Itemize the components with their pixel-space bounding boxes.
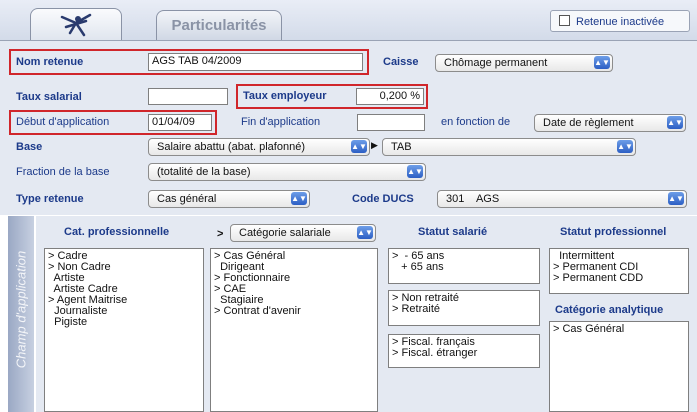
- list-item[interactable]: > Permanent CDD: [553, 273, 685, 284]
- code-ducs-label: Code DUCS: [352, 193, 414, 205]
- chevron-updown-icon: ▲▼: [667, 116, 683, 129]
- cat-sal-select-value: Catégorie salariale: [239, 227, 331, 239]
- list-item[interactable]: > Fiscal. étranger: [392, 348, 536, 359]
- caisse-select[interactable]: Chômage permanent ▲▼: [435, 54, 613, 72]
- retraite-list[interactable]: > Non retraité > Retraité: [388, 290, 540, 326]
- cat-sal-list[interactable]: > Cas Général Dirigeant > Fonctionnaire > …: [210, 248, 378, 412]
- cat-analytique-header: Catégorie analytique: [555, 304, 664, 316]
- base-value: Salaire abattu (abat. plafonné): [157, 141, 305, 153]
- chevron-updown-icon: ▲▼: [668, 192, 684, 205]
- caisse-value: Chômage permanent: [444, 57, 548, 69]
- nom-retenue-label: Nom retenue: [16, 56, 84, 68]
- taux-salarial-input[interactable]: [148, 88, 228, 105]
- type-retenue-select[interactable]: Cas général ▲▼: [148, 190, 310, 208]
- taux-employeur-input[interactable]: 0,200 %: [356, 88, 424, 105]
- cat-pro-list[interactable]: > Cadre > Non Cadre Artiste Artiste Cadre…: [44, 248, 204, 412]
- list-item[interactable]: + 65 ans: [392, 262, 536, 273]
- type-retenue-value: Cas général: [157, 193, 217, 205]
- age-list[interactable]: > - 65 ans + 65 ans: [388, 248, 540, 284]
- chevron-updown-icon: ▲▼: [351, 140, 367, 153]
- base-right-select[interactable]: TAB ▲▼: [382, 138, 636, 156]
- type-retenue-label: Type retenue: [16, 193, 84, 205]
- champ-application-label: Champ d'application: [13, 250, 29, 369]
- fin-input[interactable]: [357, 114, 425, 131]
- cat-analytique-list[interactable]: > Cas Général: [549, 321, 689, 412]
- statut-pro-list[interactable]: Intermittent > Permanent CDI > Permanent C…: [549, 248, 689, 294]
- list-item[interactable]: > Cas Général: [553, 324, 685, 335]
- cat-sal-select[interactable]: Catégorie salariale ▲▼: [230, 224, 376, 242]
- chevron-updown-icon: ▲▼: [407, 165, 423, 178]
- dancer-icon: [60, 13, 92, 37]
- fin-label: Fin d'application: [241, 116, 321, 128]
- list-item[interactable]: > Contrat d'avenir: [214, 306, 374, 317]
- fraction-label: Fraction de la base: [16, 166, 110, 178]
- list-item[interactable]: > Retraité: [392, 304, 536, 315]
- taux-employeur-label: Taux employeur: [243, 90, 327, 102]
- en-fonction-value: Date de règlement: [543, 117, 634, 129]
- statut-pro-header: Statut professionnel: [560, 226, 667, 238]
- chevron-updown-icon: ▲▼: [594, 56, 610, 69]
- chevron-updown-icon: ▲▼: [617, 140, 633, 153]
- list-item[interactable]: Pigiste: [48, 317, 200, 328]
- nom-retenue-input[interactable]: AGS TAB 04/2009: [148, 53, 363, 71]
- arrow-right-icon: ▶: [371, 140, 378, 150]
- retenue-inactivee-checkbox[interactable]: Retenue inactivée: [550, 10, 690, 32]
- debut-input[interactable]: 01/04/09: [148, 114, 212, 131]
- tab-particularites[interactable]: Particularités: [156, 10, 282, 41]
- champ-application-sidebar: Champ d'application: [8, 216, 34, 412]
- chevron-updown-icon: ▲▼: [291, 192, 307, 205]
- cat-pro-header: Cat. professionnelle: [64, 226, 170, 238]
- caisse-label: Caisse: [383, 56, 419, 68]
- base-label: Base: [16, 141, 43, 153]
- en-fonction-select[interactable]: Date de règlement ▲▼: [534, 114, 686, 132]
- base-right-value: TAB: [391, 141, 412, 153]
- en-fonction-label: en fonction de: [441, 116, 511, 128]
- debut-label: Début d'application: [16, 116, 110, 128]
- fiscal-list[interactable]: > Fiscal. français > Fiscal. étranger: [388, 334, 540, 368]
- base-select[interactable]: Salaire abattu (abat. plafonné) ▲▼: [148, 138, 370, 156]
- taux-salarial-label: Taux salarial: [16, 91, 82, 103]
- fraction-value: (totalité de la base): [157, 166, 251, 178]
- cat-sal-prefix: >: [217, 228, 224, 240]
- tab-general[interactable]: [30, 8, 122, 41]
- fraction-select[interactable]: (totalité de la base) ▲▼: [148, 163, 426, 181]
- code-ducs-value: 301 AGS: [446, 193, 500, 205]
- retenue-inactivee-label: Retenue inactivée: [576, 16, 665, 28]
- statut-salarie-header: Statut salarié: [418, 226, 488, 238]
- code-ducs-select[interactable]: 301 AGS ▲▼: [437, 190, 687, 208]
- checkbox-icon[interactable]: [559, 15, 570, 26]
- chevron-updown-icon: ▲▼: [357, 226, 373, 239]
